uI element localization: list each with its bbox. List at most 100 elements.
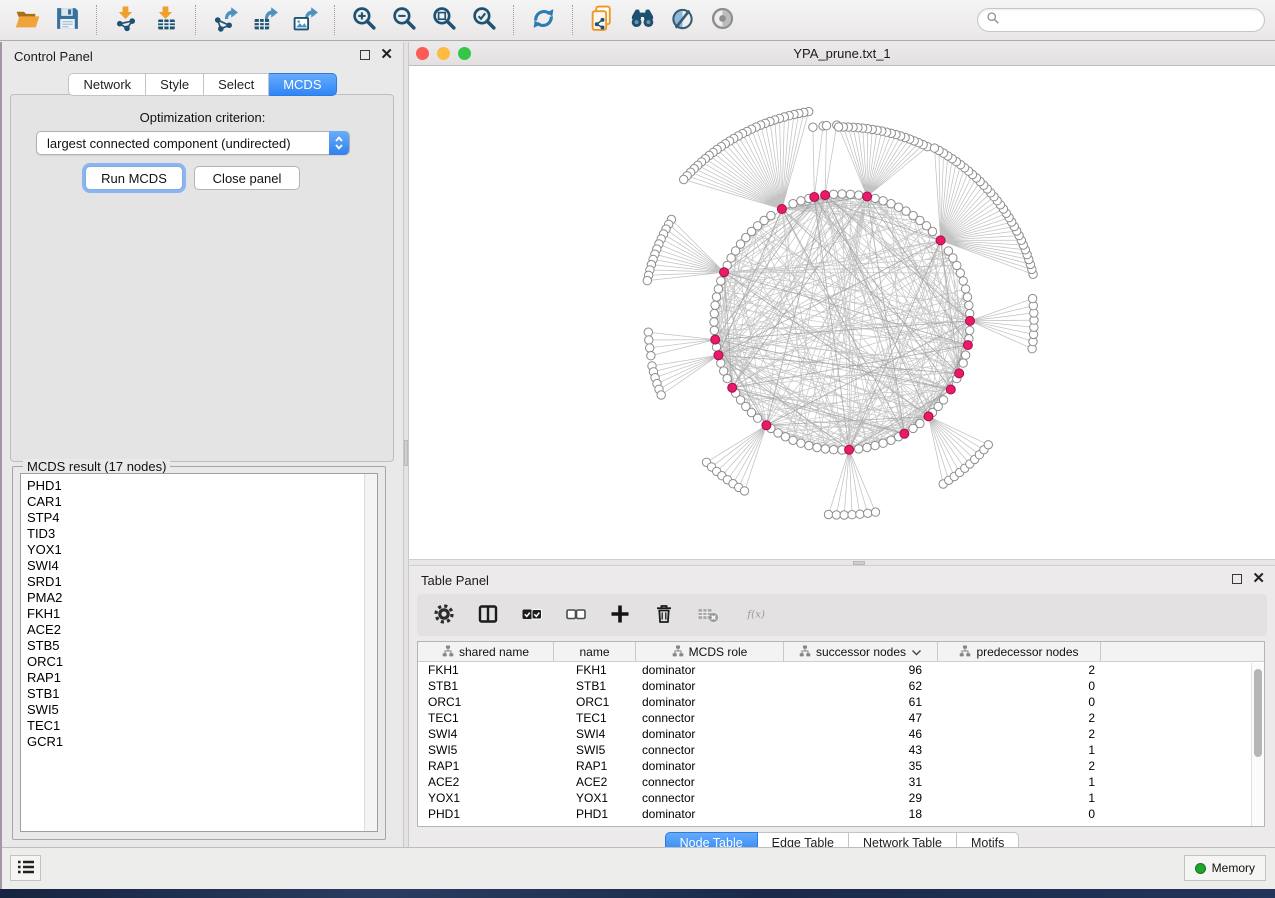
dropdown-stepper-icon: [329, 131, 349, 155]
tab-network[interactable]: Network: [68, 73, 146, 96]
splitter-grip[interactable]: [853, 561, 865, 565]
hide-details-button[interactable]: [665, 4, 699, 36]
criterion-dropdown[interactable]: largest connected component (undirected): [36, 131, 350, 155]
run-mcds-button[interactable]: Run MCDS: [85, 166, 183, 190]
mcds-result-item[interactable]: TEC1: [21, 718, 377, 734]
open-file-button[interactable]: [10, 4, 44, 36]
table-row[interactable]: ACE2ACE2connector311: [418, 774, 1264, 790]
table-cell: RAP1: [554, 758, 636, 774]
close-panel-icon[interactable]: ✕: [1252, 574, 1265, 584]
mcds-result-item[interactable]: SWI4: [21, 558, 377, 574]
settings-gear-icon: [433, 603, 455, 628]
close-panel-icon[interactable]: ✕: [380, 50, 393, 60]
mcds-result-item[interactable]: TID3: [21, 526, 377, 542]
mcds-result-item[interactable]: RAP1: [21, 670, 377, 686]
settings-gear-button[interactable]: [431, 602, 457, 628]
mcds-result-item[interactable]: STB1: [21, 686, 377, 702]
new-network-selection-button[interactable]: [585, 4, 619, 36]
mcds-result-item[interactable]: STP4: [21, 510, 377, 526]
add-button[interactable]: [607, 602, 633, 628]
zoom-fit-button[interactable]: [427, 4, 461, 36]
import-network-button[interactable]: [109, 4, 143, 36]
tab-mcds[interactable]: MCDS: [269, 73, 336, 96]
zoom-selected-button[interactable]: [467, 4, 501, 36]
table-cell: dominator: [636, 758, 784, 774]
table-row[interactable]: STB1STB1dominator620: [418, 678, 1264, 694]
tab-style[interactable]: Style: [146, 73, 204, 96]
search-input[interactable]: [1005, 13, 1256, 27]
mcds-result-item[interactable]: SWI5: [21, 702, 377, 718]
table-row[interactable]: RAP1RAP1dominator352: [418, 758, 1264, 774]
mcds-result-item[interactable]: PMA2: [21, 590, 377, 606]
mcds-result-item[interactable]: CAR1: [21, 494, 377, 510]
add-icon: [609, 603, 631, 628]
show-details-button[interactable]: [705, 4, 739, 36]
network-graph[interactable]: [409, 66, 1275, 559]
table-cell: 2: [938, 758, 1101, 774]
mcds-result-list[interactable]: PHD1CAR1STP4TID3YOX1SWI4SRD1PMA2FKH1ACE2…: [20, 473, 378, 832]
node-table[interactable]: shared name name MCDS role successor nodesp…: [417, 641, 1265, 827]
mcds-result-item[interactable]: SRD1: [21, 574, 377, 590]
mcds-result-item[interactable]: FKH1: [21, 606, 377, 622]
table-cell: 18: [784, 806, 938, 822]
import-table-button[interactable]: [149, 4, 183, 36]
network-column-icon: [442, 645, 454, 660]
delete-button[interactable]: [651, 602, 677, 628]
table-row[interactable]: FKH1FKH1dominator962: [418, 662, 1264, 678]
zoom-out-button[interactable]: [387, 4, 421, 36]
table-cell: PHD1: [554, 806, 636, 822]
table-row[interactable]: YOX1YOX1connector291: [418, 790, 1264, 806]
close-panel-button[interactable]: Close panel: [194, 166, 300, 190]
tab-select[interactable]: Select: [204, 73, 269, 96]
mcds-list-scrollbar[interactable]: [364, 474, 377, 831]
table-row[interactable]: ORC1ORC1dominator610: [418, 694, 1264, 710]
find-button[interactable]: [625, 4, 659, 36]
splitter-grip[interactable]: [404, 440, 408, 466]
save-session-button[interactable]: [50, 4, 84, 36]
horizontal-splitter[interactable]: [409, 559, 1275, 566]
select-all-button[interactable]: [519, 602, 545, 628]
deselect-all-button[interactable]: [563, 602, 589, 628]
column-header-predecessor-nodes[interactable]: predecessor nodes: [938, 642, 1101, 662]
task-history-button[interactable]: [10, 855, 41, 881]
table-row[interactable]: SWI5SWI5connector431: [418, 742, 1264, 758]
column-label: MCDS role: [689, 645, 748, 659]
table-cell: 47: [784, 710, 938, 726]
network-canvas[interactable]: [409, 66, 1275, 559]
zoom-in-button[interactable]: [347, 4, 381, 36]
float-panel-icon[interactable]: [1232, 574, 1242, 584]
table-row[interactable]: PHD1PHD1dominator180: [418, 806, 1264, 822]
mcds-result-item[interactable]: ACE2: [21, 622, 377, 638]
export-table-button[interactable]: [248, 4, 282, 36]
network-window-titlebar: YPA_prune.txt_1: [409, 42, 1275, 66]
table-row[interactable]: SWI4SWI4dominator462: [418, 726, 1264, 742]
mcds-result-item[interactable]: GCR1: [21, 734, 377, 750]
function-builder-button[interactable]: f(x): [739, 602, 775, 628]
memory-status-dot: [1195, 863, 1206, 874]
search-field: [977, 8, 1265, 32]
column-label: name: [579, 645, 609, 659]
mcds-result-item[interactable]: YOX1: [21, 542, 377, 558]
table-panel-title: Table Panel: [421, 573, 489, 588]
table-cell: SWI5: [554, 742, 636, 758]
float-panel-icon[interactable]: [360, 50, 370, 60]
mcds-result-item[interactable]: ORC1: [21, 654, 377, 670]
mcds-result-item[interactable]: PHD1: [21, 478, 377, 494]
scrollbar-thumb[interactable]: [1254, 669, 1262, 757]
column-header-MCDS-role[interactable]: MCDS role: [636, 642, 784, 662]
table-row[interactable]: TEC1TEC1connector472: [418, 710, 1264, 726]
apply-layout-button[interactable]: [526, 4, 560, 36]
delete-table-button[interactable]: [695, 602, 721, 628]
column-header-successor-nodes[interactable]: successor nodes: [784, 642, 938, 662]
toolbar-separator: [513, 5, 514, 35]
column-header-shared-name[interactable]: shared name: [418, 642, 554, 662]
show-columns-button[interactable]: [475, 602, 501, 628]
table-cell: STB1: [554, 678, 636, 694]
zoom-in-icon: [351, 5, 378, 35]
export-image-button[interactable]: [288, 4, 322, 36]
export-network-button[interactable]: [208, 4, 242, 36]
column-header-name[interactable]: name: [554, 642, 636, 662]
memory-button[interactable]: Memory: [1184, 855, 1266, 881]
mcds-result-item[interactable]: STB5: [21, 638, 377, 654]
table-scrollbar[interactable]: [1251, 663, 1264, 826]
